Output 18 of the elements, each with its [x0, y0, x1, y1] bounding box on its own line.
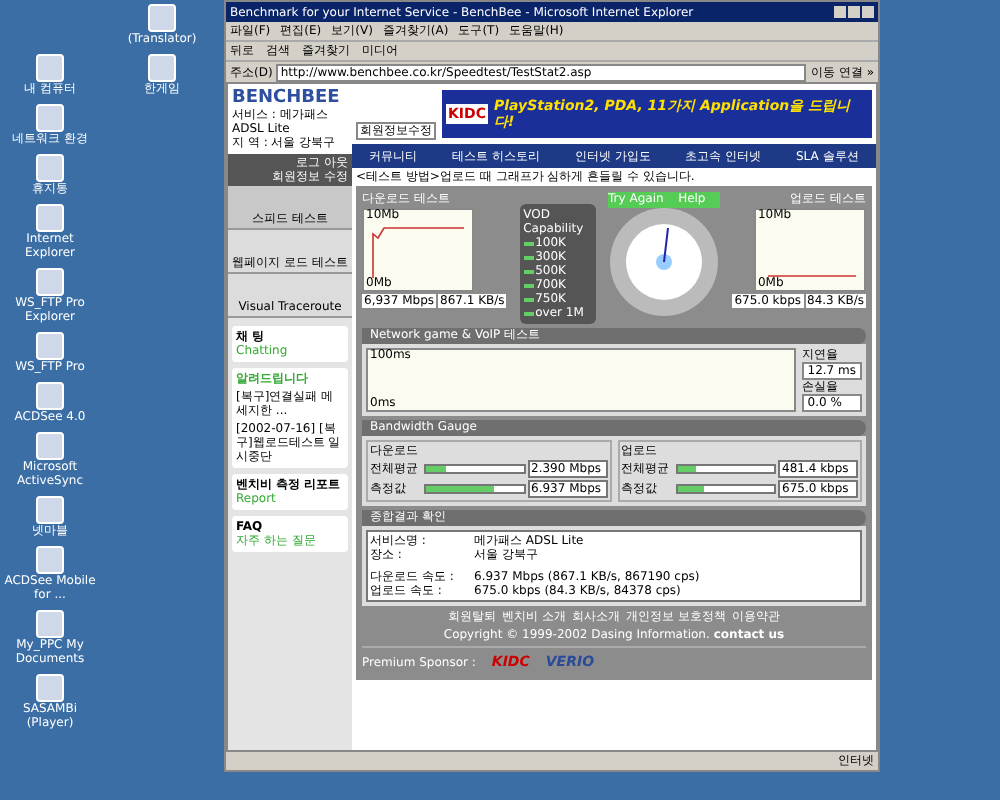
program-icon[interactable]: [36, 382, 64, 410]
program-icon[interactable]: [36, 546, 64, 574]
program-icon[interactable]: [36, 432, 64, 460]
program-icon[interactable]: [148, 4, 176, 32]
program-icon[interactable]: [148, 54, 176, 82]
download-line-graph: [372, 226, 464, 278]
program-icon[interactable]: [36, 54, 64, 82]
program-icon[interactable]: [36, 204, 64, 232]
program-icon[interactable]: [36, 154, 64, 182]
benchbee-logo[interactable]: BENCHBEE: [232, 88, 348, 108]
speedometer-drawing: [609, 208, 718, 316]
program-icon[interactable]: [36, 610, 64, 638]
program-icon[interactable]: [36, 496, 64, 524]
upload-line-graph: [767, 274, 856, 278]
program-icon[interactable]: [36, 674, 64, 702]
program-icon[interactable]: [36, 268, 64, 296]
program-icon[interactable]: [36, 332, 64, 360]
program-icon[interactable]: [36, 104, 64, 132]
